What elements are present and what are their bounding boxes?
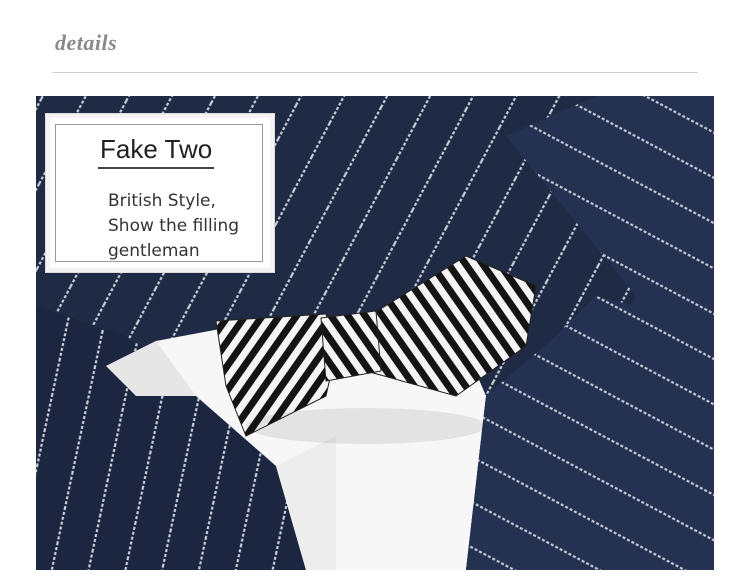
callout-line: gentleman (108, 241, 200, 261)
product-detail-page: details Fake Two British Style, Show the… (0, 0, 750, 585)
feature-callout: Fake Two British Style, Show the filling… (50, 118, 270, 268)
callout-title: Fake Two (98, 134, 215, 169)
callout-line: Show the filling (108, 216, 240, 236)
details-heading: details (55, 30, 118, 55)
callout-description: British Style, Show the filling gentlema… (108, 189, 239, 264)
header-blank-area (128, 26, 274, 68)
callout-line: British Style, (108, 191, 216, 211)
header-divider (52, 72, 698, 73)
header-blank-area-right (585, 32, 720, 58)
